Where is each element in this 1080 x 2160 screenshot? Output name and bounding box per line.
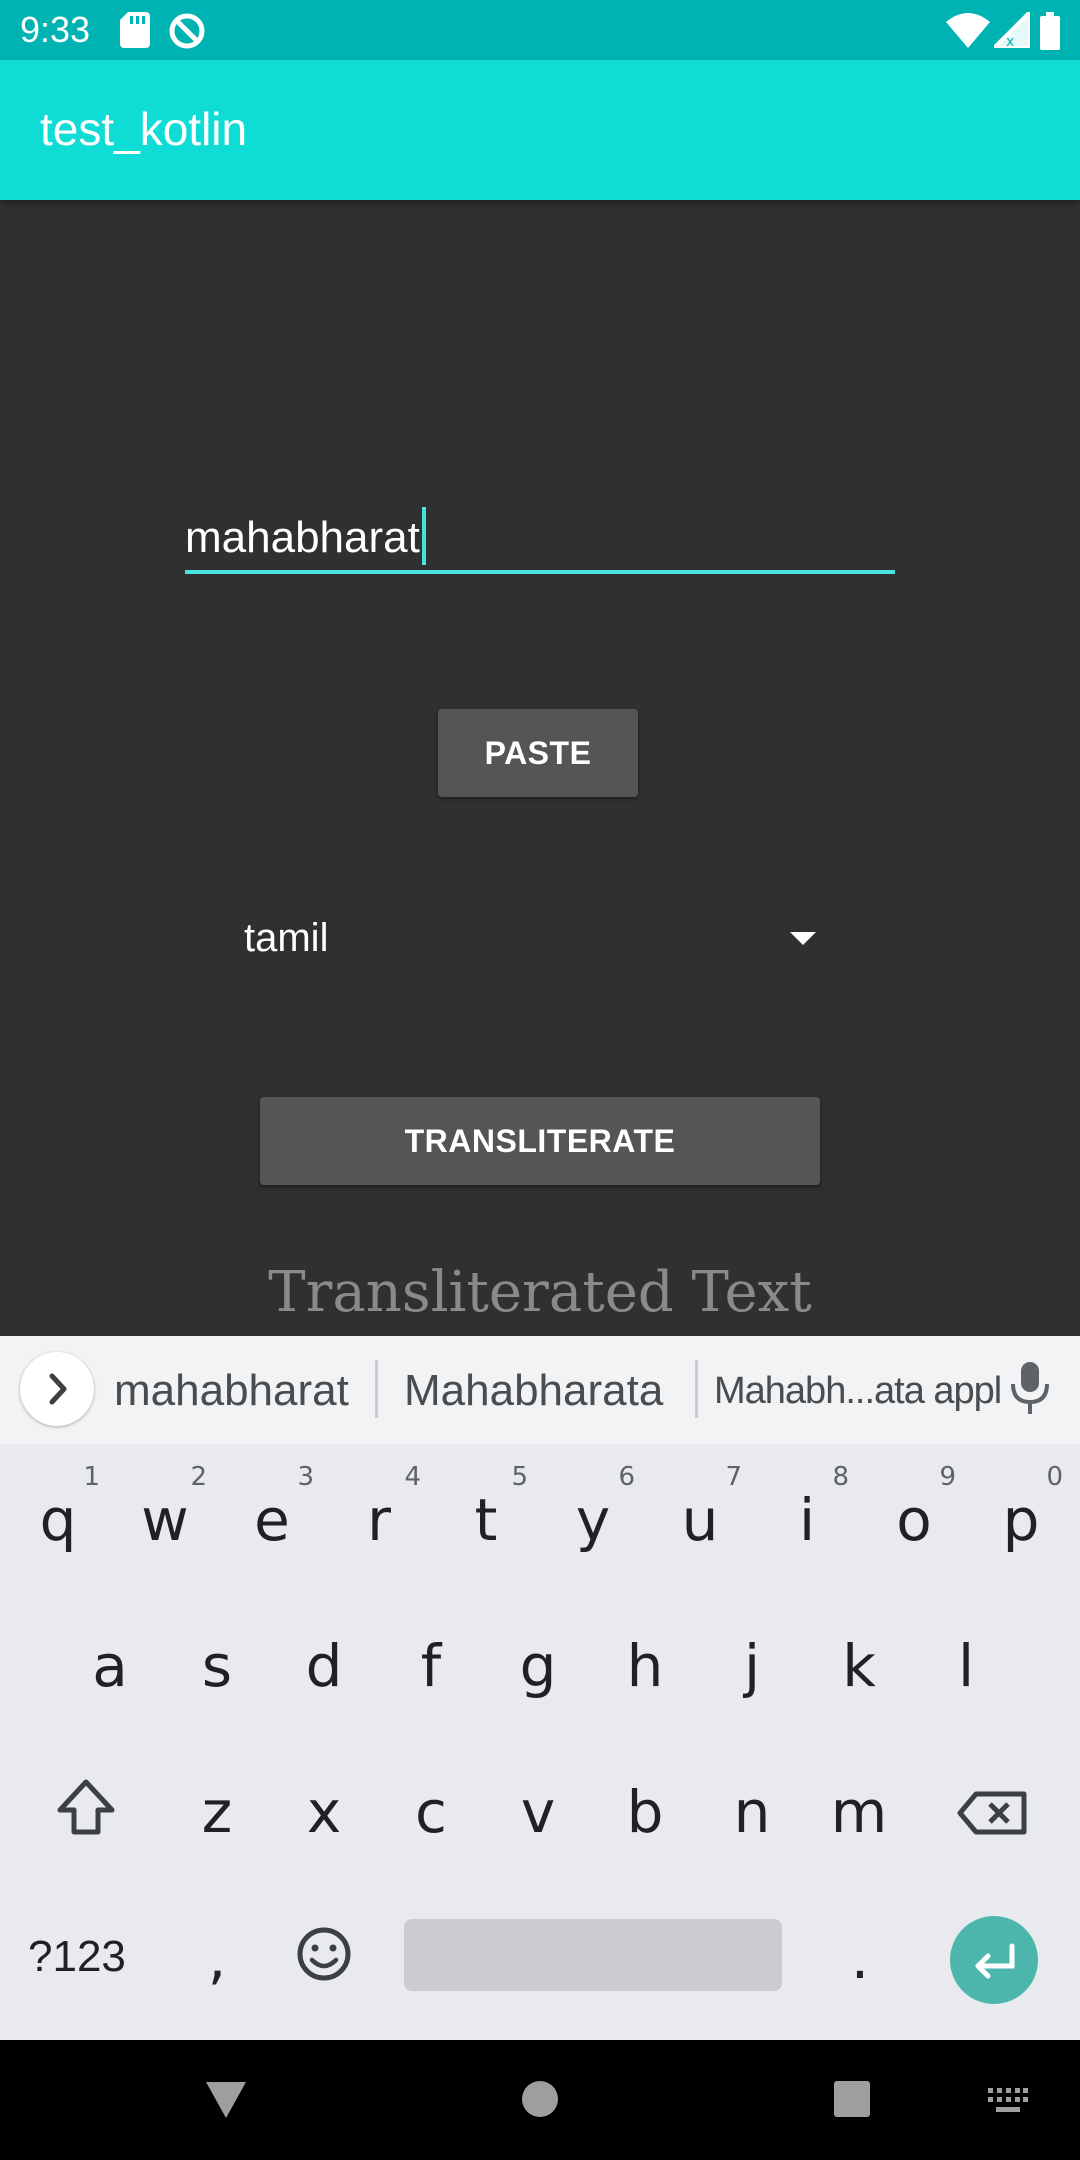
home-icon[interactable] (521, 2080, 559, 2123)
navigation-bar (0, 2040, 1080, 2160)
key-f[interactable]: f (379, 1606, 483, 1726)
enter-key[interactable] (950, 1916, 1038, 2004)
key-l[interactable]: l (914, 1606, 1018, 1726)
transliterated-text: Transliterated Text (268, 1260, 812, 1325)
key-h[interactable]: h (593, 1606, 697, 1726)
text-cursor (421, 507, 426, 566)
back-icon[interactable] (204, 2080, 248, 2125)
key-u[interactable]: 7u (648, 1460, 752, 1580)
signal-icon: x (989, 7, 1032, 53)
sync-disabled-icon (168, 12, 206, 55)
key-t[interactable]: 5t (434, 1460, 538, 1580)
key-i[interactable]: 8i (755, 1460, 859, 1580)
key-o[interactable]: 9o (862, 1460, 966, 1580)
keyboard-switch-icon[interactable] (988, 2088, 1028, 2119)
enter-icon (975, 1943, 1015, 1979)
key-e[interactable]: 3e (220, 1460, 324, 1580)
app-title: test_kotlin (40, 103, 248, 155)
text-input-value: mahabharat (185, 507, 426, 569)
suggestion-divider (695, 1360, 698, 1418)
period-key[interactable]: . (808, 1898, 912, 2018)
key-a[interactable]: a (58, 1606, 162, 1726)
key-r[interactable]: 4r (327, 1460, 431, 1580)
dropdown-arrow-icon (790, 932, 816, 945)
suggestion-divider (375, 1360, 378, 1418)
recents-icon[interactable] (833, 2080, 871, 2123)
mic-icon[interactable] (1008, 1360, 1052, 1421)
key-y[interactable]: 6y (541, 1460, 645, 1580)
key-b[interactable]: b (593, 1752, 697, 1872)
suggestion-2[interactable]: Mahabharata (404, 1366, 663, 1416)
suggestion-1[interactable]: mahabharat (114, 1366, 349, 1416)
wifi-icon (946, 12, 990, 53)
expand-suggestions-button[interactable] (20, 1352, 94, 1426)
key-v[interactable]: v (486, 1752, 590, 1872)
text-input-text: mahabharat (185, 513, 420, 562)
paste-button[interactable]: PASTE (438, 709, 638, 797)
text-input-underline (185, 570, 895, 574)
key-j[interactable]: j (700, 1606, 804, 1726)
language-spinner-value: tamil (244, 916, 329, 960)
status-bar: 9:33 x (0, 0, 1080, 60)
key-s[interactable]: s (165, 1606, 269, 1726)
language-spinner[interactable]: tamil (240, 900, 840, 980)
main-content: mahabharat PASTE tamil TRANSLITERATE Tra… (0, 200, 1080, 1336)
emoji-key[interactable] (272, 1898, 376, 2018)
key-x[interactable]: x (272, 1752, 376, 1872)
key-w[interactable]: 2w (113, 1460, 217, 1580)
svg-text:x: x (1006, 34, 1014, 48)
status-time: 9:33 (20, 9, 91, 50)
app-bar: test_kotlin (0, 60, 1080, 200)
shift-icon (57, 1779, 115, 1835)
chevron-right-icon (49, 1373, 67, 1405)
backspace-key[interactable] (940, 1752, 1044, 1872)
key-d[interactable]: d (272, 1606, 376, 1726)
key-n[interactable]: n (700, 1752, 804, 1872)
key-c[interactable]: c (379, 1752, 483, 1872)
backspace-icon (957, 1791, 1027, 1835)
sd-card-icon (120, 12, 150, 53)
text-input[interactable]: mahabharat (185, 500, 895, 580)
space-key[interactable] (404, 1919, 782, 1991)
battery-icon (1040, 12, 1060, 55)
shift-key[interactable] (34, 1752, 138, 1872)
key-q[interactable]: 1q (6, 1460, 110, 1580)
emoji-icon (297, 1927, 351, 1981)
key-g[interactable]: g (486, 1606, 590, 1726)
transliterate-button[interactable]: TRANSLITERATE (260, 1097, 820, 1185)
suggestion-bar: mahabharat Mahabharata Mahabh...ata appl (0, 1336, 1080, 1444)
screen: 9:33 x test_kotlin mahabharat PASTE tami… (0, 0, 1080, 2160)
keyboard: mahabharat Mahabharata Mahabh...ata appl… (0, 1336, 1080, 2040)
key-z[interactable]: z (165, 1752, 269, 1872)
key-m[interactable]: m (807, 1752, 911, 1872)
comma-key[interactable]: , (165, 1898, 269, 2018)
key-p[interactable]: 0p (969, 1460, 1073, 1580)
suggestion-3[interactable]: Mahabh...ata appl (714, 1370, 1002, 1413)
key-k[interactable]: k (807, 1606, 911, 1726)
symbols-key[interactable]: ?123 (28, 1932, 126, 1982)
